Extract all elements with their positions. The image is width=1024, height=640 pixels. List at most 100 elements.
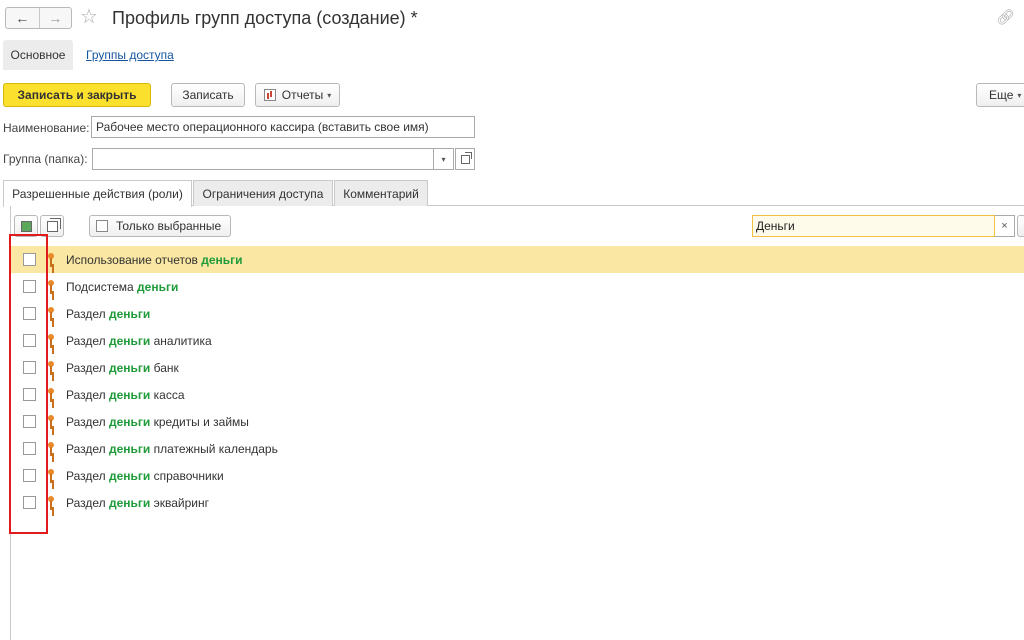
tab-bar: Разрешенные действия (роли) Ограничения … <box>3 180 1024 207</box>
role-name: Раздел деньги аналитика <box>66 334 212 348</box>
more-button[interactable]: Еще ▾ <box>976 83 1024 107</box>
role-name-match: деньги <box>109 441 151 456</box>
star-icon[interactable]: ☆ <box>80 6 98 28</box>
role-name-match: деньги <box>109 468 151 483</box>
extra-button[interactable]: Е <box>1017 215 1024 237</box>
name-field[interactable]: Рабочее место операционного кассира (вст… <box>91 116 475 138</box>
key-icon <box>47 279 56 294</box>
page-title: Профиль групп доступа (создание) * <box>112 8 418 28</box>
table-row[interactable]: Раздел деньги эквайринг <box>11 489 1024 516</box>
table-row[interactable]: Раздел деньги аналитика <box>11 327 1024 354</box>
role-name-match: деньги <box>109 495 151 510</box>
chevron-down-icon: ▾ <box>327 90 332 100</box>
role-checkbox[interactable] <box>23 388 36 401</box>
only-selected-button[interactable]: Только выбранные <box>89 215 231 237</box>
name-label: Наименование: <box>3 121 90 135</box>
key-icon <box>47 252 56 267</box>
key-icon <box>47 468 56 483</box>
save-and-close-button[interactable]: Записать и закрыть <box>3 83 151 107</box>
role-checkbox[interactable] <box>23 496 36 509</box>
role-name-prefix: Раздел <box>66 495 109 510</box>
command-bar: Записать и закрыть Записать Отчеты ▾ Еще… <box>0 82 1024 108</box>
role-name-match: деньги <box>109 306 151 321</box>
only-selected-label: Только выбранные <box>116 219 222 233</box>
key-icon <box>47 306 56 321</box>
role-name: Раздел деньги справочники <box>66 469 224 483</box>
role-name-suffix: аналитика <box>150 333 212 348</box>
role-name-match: деньги <box>109 387 151 402</box>
role-name-suffix: платежный календарь <box>150 441 278 456</box>
link-icon[interactable]: 🔗︎ <box>996 8 1015 26</box>
uncheck-all-icon <box>46 217 61 232</box>
role-checkbox[interactable] <box>23 469 36 482</box>
role-name: Раздел деньги касса <box>66 388 185 402</box>
reports-label: Отчеты <box>281 88 324 102</box>
back-icon[interactable]: ← <box>6 8 39 28</box>
group-label: Группа (папка): <box>3 152 88 166</box>
role-checkbox[interactable] <box>23 334 36 347</box>
chevron-down-icon: ▾ <box>1017 90 1022 100</box>
group-field[interactable] <box>92 148 434 170</box>
role-name-match: деньги <box>201 252 243 267</box>
section-main[interactable]: Основное <box>3 40 73 70</box>
more-label: Еще <box>989 88 1014 102</box>
role-name-suffix: кредиты и займы <box>150 414 249 429</box>
open-square-icon <box>460 151 472 164</box>
role-name: Использование отчетов деньги <box>66 253 243 267</box>
open-icon[interactable] <box>455 148 475 170</box>
role-name-match: деньги <box>109 360 151 375</box>
table-row[interactable]: Раздел деньги справочники <box>11 462 1024 489</box>
role-name-prefix: Раздел <box>66 306 109 321</box>
uncheck-all-button[interactable] <box>40 215 64 237</box>
role-name: Раздел деньги эквайринг <box>66 496 209 510</box>
table-row[interactable]: Раздел деньги кредиты и займы <box>11 408 1024 435</box>
table-row[interactable]: Раздел деньги платежный календарь <box>11 435 1024 462</box>
role-name-prefix: Подсистема <box>66 279 138 294</box>
role-name: Подсистема деньги <box>66 280 178 294</box>
table-row[interactable]: Раздел деньги <box>11 300 1024 327</box>
role-name: Раздел деньги <box>66 307 150 321</box>
role-checkbox[interactable] <box>23 307 36 320</box>
key-icon <box>47 441 56 456</box>
check-all-icon <box>20 218 37 232</box>
forward-icon[interactable]: → <box>38 8 72 28</box>
role-checkbox[interactable] <box>23 415 36 428</box>
role-checkbox[interactable] <box>23 280 36 293</box>
table-row[interactable]: Использование отчетов деньги <box>11 246 1024 273</box>
key-icon <box>47 387 56 402</box>
checkbox-icon <box>96 220 108 232</box>
section-access-groups-link[interactable]: Группы доступа <box>86 48 174 62</box>
role-name-prefix: Раздел <box>66 441 109 456</box>
key-icon <box>47 495 56 510</box>
role-name: Раздел деньги платежный календарь <box>66 442 278 456</box>
table-row[interactable]: Раздел деньги банк <box>11 354 1024 381</box>
role-checkbox[interactable] <box>23 253 36 266</box>
role-name-prefix: Раздел <box>66 468 109 483</box>
role-name-match: деньги <box>109 414 151 429</box>
search-input[interactable]: Деньги <box>752 215 995 237</box>
report-icon <box>263 89 276 101</box>
table-row[interactable]: Подсистема деньги <box>11 273 1024 300</box>
tab-comment[interactable]: Комментарий <box>334 180 428 206</box>
role-checkbox[interactable] <box>23 361 36 374</box>
tab-access-restrictions[interactable]: Ограничения доступа <box>193 180 333 206</box>
form-sections: Основное Группы доступа <box>0 40 1024 70</box>
key-icon <box>47 414 56 429</box>
reports-button[interactable]: Отчеты ▾ <box>255 83 340 107</box>
role-name-prefix: Раздел <box>66 333 109 348</box>
role-checkbox[interactable] <box>23 442 36 455</box>
role-name-prefix: Раздел <box>66 360 109 375</box>
save-button[interactable]: Записать <box>171 83 245 107</box>
tab-roles[interactable]: Разрешенные действия (роли) <box>3 180 192 207</box>
roles-panel: Только выбранные Деньги × Е Использовани… <box>10 206 1024 640</box>
role-name: Раздел деньги банк <box>66 361 179 375</box>
role-name: Раздел деньги кредиты и займы <box>66 415 249 429</box>
check-all-button[interactable] <box>14 215 38 237</box>
role-name-suffix: банк <box>150 360 179 375</box>
role-name-prefix: Раздел <box>66 387 109 402</box>
table-row[interactable]: Раздел деньги касса <box>11 381 1024 408</box>
role-name-suffix: касса <box>150 387 185 402</box>
close-icon[interactable]: × <box>995 215 1015 237</box>
key-icon <box>47 360 56 375</box>
chevron-down-icon[interactable]: ▾ <box>434 148 454 170</box>
